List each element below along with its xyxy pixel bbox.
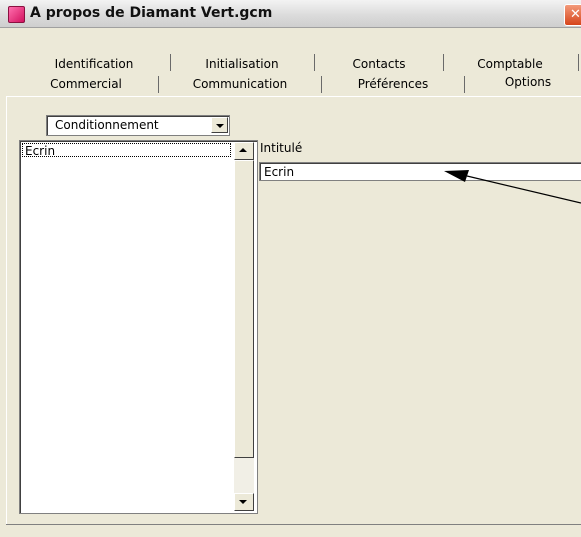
close-button[interactable]: ✕	[564, 4, 581, 26]
tab-identification[interactable]: Identification	[20, 54, 168, 74]
tab-commercial[interactable]: Commercial	[16, 74, 156, 94]
tab-separator	[578, 54, 579, 71]
tab-separator	[158, 76, 159, 93]
tab-separator	[443, 54, 444, 71]
options-list[interactable]: Ecrin	[19, 140, 258, 514]
scroll-up-button[interactable]	[234, 142, 254, 160]
scroll-thumb[interactable]	[234, 160, 254, 458]
intitule-field[interactable]	[259, 162, 581, 181]
category-select-button[interactable]	[211, 117, 228, 133]
tab-separator	[314, 54, 315, 71]
tab-comptable[interactable]: Comptable	[445, 54, 575, 74]
title-bar[interactable]: A propos de Diamant Vert.gcm ✕	[0, 0, 581, 28]
tab-preferences[interactable]: Préférences	[323, 74, 463, 94]
chevron-down-icon	[216, 124, 224, 128]
category-select[interactable]: Conditionnement	[46, 115, 230, 136]
tab-contacts[interactable]: Contacts	[316, 54, 442, 74]
tab-separator	[170, 54, 171, 71]
list-item[interactable]: Ecrin	[22, 143, 231, 158]
tab-separator	[321, 76, 322, 93]
window-title: A propos de Diamant Vert.gcm	[30, 5, 273, 21]
tab-separator	[464, 76, 465, 93]
about-window: A propos de Diamant Vert.gcm ✕ Identific…	[0, 0, 581, 537]
category-select-value: Conditionnement	[55, 118, 159, 132]
tab-communication[interactable]: Communication	[160, 74, 320, 94]
scroll-down-button[interactable]	[234, 493, 254, 511]
panel-bottom-border	[6, 524, 581, 525]
intitule-label: Intitulé	[260, 141, 303, 155]
diamond-app-icon	[8, 6, 25, 23]
tab-initialisation[interactable]: Initialisation	[172, 54, 312, 74]
arrow-up-icon	[239, 148, 247, 152]
list-scrollbar[interactable]	[234, 142, 254, 511]
close-icon: ✕	[570, 7, 581, 22]
arrow-down-icon	[239, 500, 247, 504]
tab-options[interactable]: Options	[466, 72, 581, 96]
